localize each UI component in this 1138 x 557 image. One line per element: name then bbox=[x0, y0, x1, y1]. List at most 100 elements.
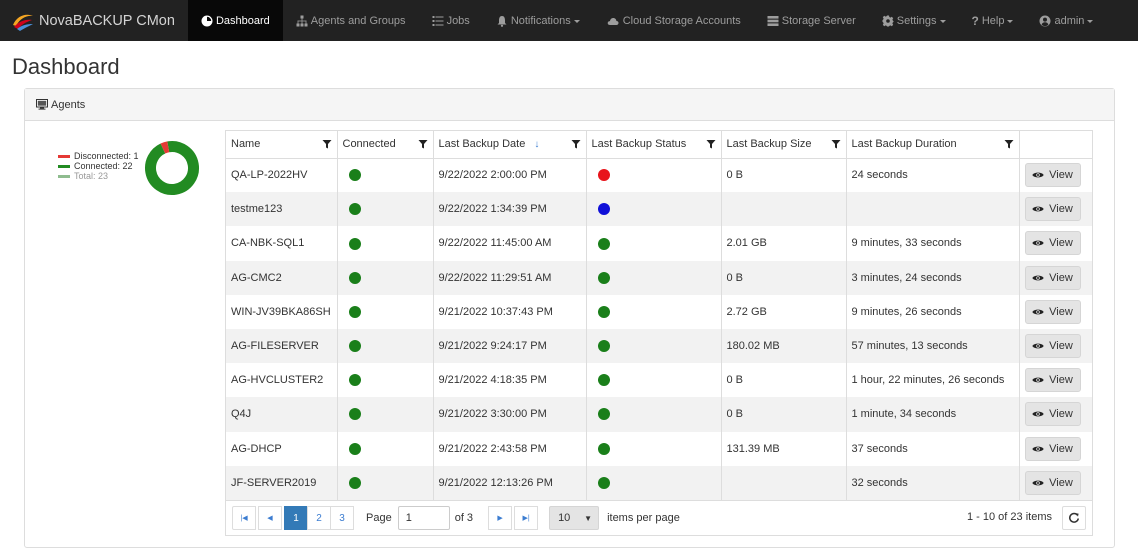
nav-agents-groups[interactable]: Agents and Groups bbox=[283, 0, 419, 41]
page-button-1[interactable]: 1 bbox=[284, 506, 308, 530]
filter-icon[interactable] bbox=[322, 139, 332, 149]
nav-storage-server-label: Storage Server bbox=[781, 14, 856, 27]
last-page-icon: ▶| bbox=[522, 515, 530, 522]
view-button-label: View bbox=[1049, 442, 1073, 455]
view-button[interactable]: View bbox=[1024, 334, 1081, 359]
refresh-button[interactable] bbox=[1062, 506, 1086, 530]
cell-last-backup-duration: 24 seconds bbox=[846, 158, 1020, 193]
pager-info: 1 - 10 of 23 items bbox=[967, 511, 1052, 523]
view-button[interactable]: View bbox=[1024, 265, 1081, 290]
first-page-icon: |◀ bbox=[240, 515, 248, 522]
cell-last-backup-duration: 57 minutes, 13 seconds bbox=[846, 328, 1020, 364]
legend-total: Total: 23 bbox=[58, 171, 139, 181]
col-header-name[interactable]: Name bbox=[226, 131, 338, 159]
col-connected-label: Connected bbox=[342, 138, 396, 151]
col-header-last-backup-date[interactable]: Last Backup Date ↓ bbox=[433, 131, 587, 159]
eye-icon bbox=[1032, 480, 1044, 486]
nav-help[interactable]: ? Help bbox=[959, 0, 1027, 41]
col-header-connected[interactable]: Connected bbox=[337, 131, 434, 159]
cell-last-backup-size: 180.02 MB bbox=[721, 328, 847, 364]
cell-connected bbox=[337, 260, 434, 295]
page-button-2[interactable]: 2 bbox=[307, 506, 331, 530]
first-page-button[interactable]: |◀ bbox=[232, 506, 256, 530]
nav-help-label: Help bbox=[981, 14, 1005, 27]
filter-icon[interactable] bbox=[571, 139, 581, 149]
view-button[interactable]: View bbox=[1024, 470, 1081, 495]
eye-icon bbox=[1032, 275, 1044, 281]
cell-actions: View bbox=[1019, 328, 1092, 364]
filter-icon[interactable] bbox=[706, 139, 716, 149]
view-button[interactable]: View bbox=[1024, 436, 1081, 461]
col-header-actions bbox=[1019, 131, 1092, 159]
cell-last-backup-date: 9/22/2022 11:45:00 AM bbox=[433, 226, 587, 261]
last-page-button[interactable]: ▶| bbox=[514, 506, 539, 530]
view-button[interactable]: View bbox=[1024, 402, 1081, 427]
view-button-label: View bbox=[1049, 305, 1073, 318]
view-button[interactable]: View bbox=[1024, 368, 1081, 393]
col-header-last-backup-duration[interactable]: Last Backup Duration bbox=[846, 131, 1020, 159]
top-navbar: NovaBACKUP CMon Dashboard Agents and Gro… bbox=[0, 0, 1138, 41]
col-duration-label: Last Backup Duration bbox=[851, 138, 957, 151]
view-button[interactable]: View bbox=[1024, 197, 1081, 222]
cell-last-backup-duration: 37 seconds bbox=[846, 431, 1020, 466]
brand-name: NovaBACKUP CMon bbox=[39, 12, 175, 29]
view-button[interactable]: View bbox=[1024, 163, 1081, 188]
nav-notifications[interactable]: Notifications bbox=[483, 0, 593, 41]
cell-last-backup-duration: 3 minutes, 24 seconds bbox=[846, 260, 1020, 295]
nav-storage-server[interactable]: Storage Server bbox=[754, 0, 869, 41]
page-number-input[interactable] bbox=[397, 506, 450, 530]
backup-status-dot bbox=[597, 340, 610, 353]
cell-last-backup-duration: 9 minutes, 33 seconds bbox=[846, 226, 1020, 261]
cell-connected bbox=[337, 363, 434, 398]
nav-jobs-label: Jobs bbox=[446, 14, 470, 27]
cell-connected bbox=[337, 465, 434, 500]
cell-last-backup-status bbox=[586, 226, 722, 261]
backup-status-dot bbox=[597, 203, 610, 216]
table-row: QA-LP-2022HV 9/22/2022 2:00:00 PM 0 B 24 se… bbox=[226, 158, 1092, 193]
page-title: Dashboard bbox=[12, 54, 120, 79]
backup-status-dot bbox=[597, 237, 610, 250]
table-row: JF-SERVER2019 9/21/2022 12:13:26 PM 32 sec… bbox=[226, 465, 1092, 500]
nav-jobs[interactable]: Jobs bbox=[419, 0, 483, 41]
agents-grid: Name Connected Last Backup Date ↓ Last Ba… bbox=[225, 130, 1093, 536]
nav-cloud-storage[interactable]: Cloud Storage Accounts bbox=[593, 0, 754, 41]
cell-last-backup-date: 9/21/2022 12:13:26 PM bbox=[433, 465, 587, 500]
filter-icon[interactable] bbox=[418, 139, 428, 149]
col-date-label: Last Backup Date bbox=[438, 138, 526, 151]
view-button[interactable]: View bbox=[1024, 231, 1081, 256]
table-row: WIN-JV39BKA86SH 9/21/2022 10:37:43 PM 2.72… bbox=[226, 294, 1092, 329]
next-page-button[interactable]: ▶ bbox=[488, 506, 513, 530]
agents-panel-heading: Agents bbox=[25, 89, 1114, 121]
gear-icon bbox=[882, 15, 894, 26]
brand[interactable]: NovaBACKUP CMon bbox=[0, 0, 188, 41]
filter-icon[interactable] bbox=[1004, 139, 1014, 149]
col-header-last-backup-size[interactable]: Last Backup Size bbox=[721, 131, 847, 159]
legend-total-label: Total: 23 bbox=[74, 171, 109, 181]
cell-last-backup-size: 131.39 MB bbox=[721, 431, 847, 466]
cell-last-backup-status bbox=[586, 431, 722, 466]
page-button-3[interactable]: 3 bbox=[330, 506, 354, 530]
table-row: AG-CMC2 9/22/2022 11:29:51 AM 0 B3 minutes… bbox=[226, 260, 1092, 295]
nav-cloud-storage-label: Cloud Storage Accounts bbox=[622, 14, 741, 27]
view-button-label: View bbox=[1049, 374, 1073, 387]
grid-header-row: Name Connected Last Backup Date ↓ Last Ba… bbox=[226, 131, 1092, 159]
connected-status-dot bbox=[348, 374, 361, 387]
view-button-label: View bbox=[1049, 340, 1073, 353]
tasks-icon bbox=[432, 15, 444, 26]
eye-icon bbox=[1032, 446, 1044, 451]
page-size-select[interactable]: 10 ▼ bbox=[549, 506, 600, 530]
agents-panel: Agents Disconnected: 1 Connected: 22 Tot… bbox=[24, 88, 1115, 548]
prev-page-button[interactable]: ◀ bbox=[258, 506, 282, 530]
nav-settings[interactable]: Settings bbox=[869, 0, 959, 41]
col-header-last-backup-status[interactable]: Last Backup Status bbox=[586, 131, 722, 159]
cell-actions: View bbox=[1019, 465, 1092, 500]
page-count-label: of 3 bbox=[454, 512, 474, 524]
filter-icon[interactable] bbox=[831, 139, 841, 149]
cell-last-backup-duration: 32 seconds bbox=[846, 465, 1020, 500]
nav-user-menu[interactable]: admin bbox=[1026, 0, 1106, 41]
nav-dashboard[interactable]: Dashboard bbox=[187, 0, 283, 41]
cell-last-backup-status bbox=[586, 158, 722, 193]
agents-donut-chart bbox=[145, 141, 199, 195]
cell-last-backup-size bbox=[721, 192, 847, 227]
view-button[interactable]: View bbox=[1024, 299, 1081, 324]
